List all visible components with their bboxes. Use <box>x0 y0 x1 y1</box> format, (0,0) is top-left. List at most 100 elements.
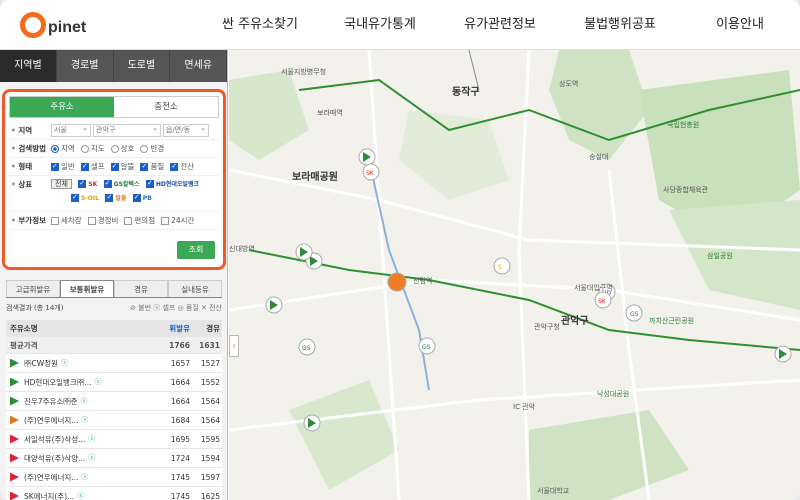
map-label-sadang: 사당종합체육관 <box>663 186 709 194</box>
svg-text:GS: GS <box>630 311 639 318</box>
opinet-logo[interactable]: pinet <box>20 12 86 38</box>
fuel-tabs: 고급휘발유 보통휘발유 경유 실내등유 <box>6 280 222 298</box>
brand-cheap-checkbox[interactable] <box>105 193 114 202</box>
toggle-charging-station[interactable]: 충전소 <box>114 97 218 117</box>
tab-regular[interactable]: 보통휘발유 <box>60 280 114 297</box>
table-row[interactable]: HD현대오일뱅크㈜... ⓢ 1664 1552 <box>6 373 222 392</box>
gas-price: 1724 <box>170 453 190 463</box>
nav-price-info[interactable]: 유가관련정보 <box>440 0 560 50</box>
brand-logo-icon <box>10 491 19 500</box>
tab-premium[interactable]: 고급휘발유 <box>6 280 60 297</box>
map-label-sindaebang: 신대방역 <box>229 245 255 253</box>
method-region[interactable]: 지역 <box>51 143 75 154</box>
toggle-gas-station[interactable]: 주유소 <box>10 97 114 117</box>
nav-guide[interactable]: 이용안내 <box>680 0 800 50</box>
station-name[interactable]: SK에너지(주)... <box>24 491 74 500</box>
table-row[interactable]: (주)연우에너지... ⓢ 1745 1597 <box>6 468 222 487</box>
form-cheap[interactable]: 알뜰 <box>110 161 134 172</box>
tab-region[interactable]: 지역별 <box>0 50 57 82</box>
map-label-snu: 서울대학교 <box>537 487 570 495</box>
sigungu-select[interactable]: 관악구 <box>93 123 161 137</box>
form-self[interactable]: 셀프 <box>80 161 105 172</box>
station-name[interactable]: 진우7주유소㈜준 <box>24 396 78 407</box>
self-icon: ⓢ <box>77 492 85 500</box>
table-row[interactable]: ㈜CW정원 ⓢ 1657 1527 <box>6 354 222 373</box>
region-tabs: 지역별 경로별 도로별 면세유 <box>0 50 227 82</box>
station-name[interactable]: ㈜CW정원 <box>24 358 58 369</box>
dong-select[interactable]: 읍/면/동 <box>163 123 209 137</box>
station-name[interactable]: 서일석유(주)삭성... <box>24 434 85 445</box>
logo-text: pinet <box>48 19 87 36</box>
region-label: 지역 <box>9 125 51 136</box>
cheap-logo: 알뜰 <box>115 195 127 202</box>
table-row[interactable]: 진우7주유소㈜준 ⓢ 1664 1564 <box>6 392 222 411</box>
extra-carwash[interactable]: 세차장 <box>51 215 82 226</box>
table-row[interactable]: 대양석유(주)삭양... ⓢ 1724 1594 <box>6 449 222 468</box>
nav-cheap-station[interactable]: 싼 주유소찾기 <box>200 0 320 50</box>
brand-logo-icon <box>10 434 19 444</box>
self-icon: ⓢ <box>80 397 88 405</box>
brand-hd-checkbox[interactable] <box>145 179 154 188</box>
result-count: 검색결과 (총 14개) <box>6 304 64 312</box>
gas-price: 1664 <box>170 396 190 406</box>
brand-gs-checkbox[interactable] <box>103 179 112 188</box>
brand-all-button[interactable]: 전체 <box>51 179 72 189</box>
form-online[interactable]: 전산 <box>170 161 194 172</box>
tab-road[interactable]: 도로별 <box>114 50 171 82</box>
diesel-price: 1595 <box>200 434 220 444</box>
self-icon: ⓢ <box>81 416 89 424</box>
sido-select[interactable]: 서울 <box>51 123 91 137</box>
brand-soil-checkbox[interactable] <box>71 193 79 202</box>
tab-tax-free[interactable]: 면세유 <box>170 50 227 82</box>
gs-logo: GS칼텍스 <box>113 181 140 188</box>
map-label-boramae-station: 보라매역 <box>317 109 343 117</box>
tab-diesel[interactable]: 경유 <box>114 280 168 297</box>
station-name[interactable]: 대양석유(주)삭양... <box>24 453 85 464</box>
map-label-sillim: 신림역 <box>413 277 433 285</box>
extra-store[interactable]: 편의점 <box>124 215 155 226</box>
station-name[interactable]: (주)연우에너지... <box>24 472 78 483</box>
diesel-price: 1625 <box>200 491 220 500</box>
nav-illegal[interactable]: 불법행위공표 <box>560 0 680 50</box>
brand-sk-checkbox[interactable] <box>78 179 87 188</box>
self-icon: ⓢ <box>88 454 96 462</box>
form-row: 형태 일반 셀프 알뜰 품질 전산 <box>9 158 219 176</box>
form-normal[interactable]: 일반 <box>51 161 75 172</box>
table-row[interactable]: (주)연우에너지... ⓢ 1684 1564 <box>6 411 222 430</box>
soil-logo: S-OIL <box>81 195 99 202</box>
method-row: 검색방법 지역 지도 상호 반경 <box>9 140 219 158</box>
table-row[interactable]: SK에너지(주)... ⓢ 1745 1625 <box>6 487 222 500</box>
collapse-panel-button[interactable]: ‹ <box>229 335 239 357</box>
extra-repair[interactable]: 경정비 <box>87 215 118 226</box>
brand-pb-checkbox[interactable] <box>132 193 141 202</box>
station-name[interactable]: HD현대오일뱅크㈜... <box>24 377 91 388</box>
nav-price-stats[interactable]: 국내유가통계 <box>320 0 440 50</box>
form-quality[interactable]: 품질 <box>140 161 164 172</box>
top-navigation: 싼 주유소찾기 국내유가통계 유가관련정보 불법행위공표 이용안내 <box>200 0 800 50</box>
tab-kerosene[interactable]: 실내등유 <box>168 280 222 297</box>
self-icon: ⓢ <box>88 435 96 443</box>
diesel-price: 1594 <box>200 453 220 463</box>
brand-logo-icon <box>10 453 19 463</box>
gas-price: 1684 <box>170 415 190 425</box>
extra-24h[interactable]: 24시간 <box>161 215 194 226</box>
pb-logo: PB <box>142 195 152 202</box>
map-view[interactable]: SK GS S HD SK GS GS 동작구 관악구 보라매공원 신림역 신대… <box>229 50 800 500</box>
map-label-snu-station: 서울대입구역 <box>574 284 613 292</box>
method-name[interactable]: 상호 <box>110 143 134 154</box>
method-radius[interactable]: 반경 <box>140 143 164 154</box>
gas-price: 1745 <box>170 472 190 482</box>
gas-price: 1695 <box>170 434 190 444</box>
search-button[interactable]: 조회 <box>177 241 215 259</box>
tab-route[interactable]: 경로별 <box>57 50 114 82</box>
extra-label: 부가정보 <box>9 215 51 226</box>
method-map[interactable]: 지도 <box>80 143 105 154</box>
app-window: pinet 싼 주유소찾기 국내유가통계 유가관련정보 불법행위공표 이용안내 … <box>0 0 800 500</box>
gas-price: 1745 <box>170 491 190 500</box>
map-canvas: SK GS S HD SK GS GS <box>229 50 800 500</box>
result-summary: 검색결과 (총 14개) ⊘ 불번 ⓢ 셀프 ◎ 품질 ✕ 전산 <box>6 303 222 317</box>
svg-text:SK: SK <box>598 298 607 305</box>
station-type-toggle: 주유소 충전소 <box>9 96 219 118</box>
table-row[interactable]: 서일석유(주)삭성... ⓢ 1695 1595 <box>6 430 222 449</box>
station-name[interactable]: (주)연우에너지... <box>24 415 78 426</box>
